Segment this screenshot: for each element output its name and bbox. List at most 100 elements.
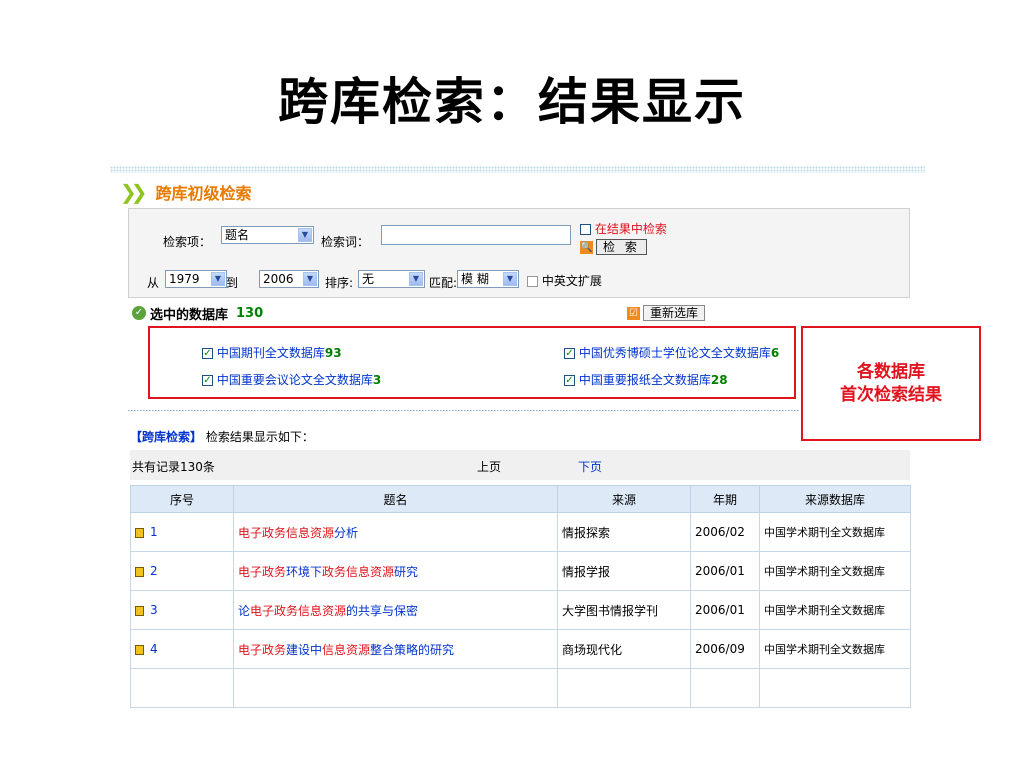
keyword-input[interactable] [381, 225, 571, 245]
selected-databases-label: 选中的数据库 [150, 307, 229, 323]
document-icon[interactable] [135, 644, 144, 655]
source-cell: 情报探索 [557, 512, 691, 552]
cn-en-expand-label: 中英文扩展 [541, 274, 602, 288]
reselect-databases[interactable]: ☑ 重新选库 [627, 304, 706, 322]
title-cell[interactable]: 论电子政务信息资源的共享与保密 [233, 590, 558, 630]
top-dotted-divider [110, 166, 925, 173]
database-item[interactable]: ✓ 中国重要报纸全文数据库28 [564, 371, 728, 388]
to-year-select[interactable]: 2006 ▼ [259, 270, 319, 288]
title-segment[interactable]: 分析 [334, 526, 358, 540]
table-row: 3 论电子政务信息资源的共享与保密 大学图书情报学刊 2006/01 中国学术期刊全文数… [130, 590, 911, 630]
database-item[interactable]: ✓ 中国期刊全文数据库93 [202, 344, 342, 361]
source-cell: 商场现代化 [557, 629, 691, 669]
annotation-callout: 各数据库 首次检索结果 [801, 326, 981, 441]
annotation-line-2: 首次检索结果 [840, 385, 942, 405]
next-page-link[interactable]: 下页 [578, 458, 602, 475]
annotation-line-1: 各数据库 [857, 362, 925, 382]
chevron-down-icon[interactable]: ▼ [409, 272, 423, 286]
result-heading: 【跨库检索】 检索结果显示如下： [130, 428, 314, 445]
chevron-down-icon[interactable]: ▼ [211, 272, 225, 286]
sort-select[interactable]: 无 ▼ [358, 270, 425, 288]
database-name[interactable]: 中国重要报纸全文数据库 [579, 373, 711, 387]
results-table: 序号 题名 来源 年期 来源数据库 1 电子政务信息资源分析 情报探索 2006/02… [130, 485, 911, 708]
table-row: 2 电子政务环境下政务信息资源研究 情报学报 2006/01 中国学术期刊全文数据库 [130, 551, 911, 591]
row-index-cell: 3 [130, 590, 234, 630]
row-index[interactable]: 2 [150, 564, 158, 578]
cn-en-expand-checkbox[interactable] [527, 276, 538, 287]
title-cell[interactable]: 电子政务信息资源分析 [233, 512, 558, 552]
column-header: 序号 [130, 485, 234, 513]
database-results-box: ✓ 中国期刊全文数据库93 ✓ 中国优秀博硕士学位论文全文数据库6 ✓ 中国重要… [148, 326, 796, 399]
chevron-down-icon[interactable]: ▼ [298, 228, 312, 242]
sort-label: 排序: [325, 276, 354, 290]
column-header: 题名 [233, 485, 558, 513]
database-item[interactable]: ✓ 中国重要会议论文全文数据库3 [202, 371, 381, 388]
document-icon[interactable] [135, 605, 144, 616]
cn-en-expand-option[interactable]: 中英文扩展 [527, 272, 602, 289]
title-segment[interactable]: 电子政务信息资源 [250, 604, 346, 618]
annotation-text: 各数据库 首次检索结果 [803, 361, 979, 407]
title-segment[interactable]: 的共享与保密 [346, 604, 418, 618]
database-checkbox[interactable]: ✓ [564, 375, 575, 386]
database-name[interactable]: 中国重要会议论文全文数据库 [217, 373, 373, 387]
database-checkbox[interactable]: ✓ [564, 348, 575, 359]
document-icon[interactable] [135, 566, 144, 577]
database-checkbox[interactable]: ✓ [202, 375, 213, 386]
from-year-select[interactable]: 1979 ▼ [165, 270, 227, 288]
row-index[interactable]: 3 [150, 603, 158, 617]
result-heading-tag: 【跨库检索】 [130, 430, 203, 444]
title-segment[interactable]: 电子政务 [238, 643, 286, 657]
document-icon[interactable] [135, 527, 144, 538]
title-segment[interactable]: 论 [238, 604, 250, 618]
to-label: 到 [226, 276, 239, 290]
search-button[interactable]: 检 索 [596, 239, 647, 255]
sort-value: 无 [362, 272, 375, 286]
checkbox-icon[interactable]: ☑ [627, 306, 640, 320]
source-db-cell: 中国学术期刊全文数据库 [759, 590, 911, 630]
match-label: 匹配: [429, 276, 458, 290]
column-header: 年期 [690, 485, 760, 513]
database-item[interactable]: ✓ 中国优秀博硕士学位论文全文数据库6 [564, 344, 779, 361]
search-button-group[interactable]: 🔍 检 索 [580, 239, 647, 255]
database-count: 28 [710, 373, 728, 387]
in-results-checkbox[interactable] [580, 224, 591, 235]
title-segment[interactable]: 电子政务信息资源 [238, 526, 334, 540]
source-cell: 情报学报 [557, 551, 691, 591]
title-segment[interactable]: 建设中 [286, 643, 322, 657]
title-cell[interactable]: 电子政务环境下政务信息资源研究 [233, 551, 558, 591]
title-cell[interactable]: 电子政务建设中信息资源整合策略的研究 [233, 629, 558, 669]
dotted-separator [128, 410, 800, 412]
row-index[interactable]: 4 [150, 642, 158, 656]
chevron-down-icon[interactable]: ▼ [503, 272, 517, 286]
double-chevron-icon: ❯❯ [120, 180, 147, 204]
from-label: 从 [147, 276, 160, 290]
issue-cell: 2006/01 [690, 551, 760, 591]
table-row: 4 电子政务建设中信息资源整合策略的研究 商场现代化 2006/09 中国学术期刊全文数… [130, 629, 911, 669]
row-index[interactable]: 1 [150, 525, 158, 539]
prev-page-link[interactable]: 上页 [477, 458, 501, 475]
total-records: 共有记录130条 [132, 460, 215, 474]
cutoff-cell [130, 668, 234, 708]
match-select[interactable]: 模 糊 ▼ [457, 270, 519, 288]
magnifier-icon[interactable]: 🔍 [580, 240, 593, 254]
cutoff-cell [690, 668, 760, 708]
result-heading-text: 检索结果显示如下： [205, 430, 314, 444]
database-name[interactable]: 中国优秀博硕士学位论文全文数据库 [579, 346, 771, 360]
source-cell: 大学图书情报学刊 [557, 590, 691, 630]
reselect-databases-button[interactable]: 重新选库 [643, 305, 706, 321]
field-select[interactable]: 题名 ▼ [221, 226, 314, 244]
title-segment[interactable]: 信息资源 [322, 643, 370, 657]
title-segment[interactable]: 政务信息资源 [322, 565, 394, 579]
title-segment[interactable]: 整合策略的研究 [370, 643, 454, 657]
title-segment[interactable]: 电子政务 [238, 565, 286, 579]
pagination-bar: 共有记录130条 上页 下页 [130, 450, 910, 480]
chevron-down-icon[interactable]: ▼ [303, 272, 317, 286]
selected-databases-summary: ✓ 选中的数据库 130 [132, 304, 263, 323]
title-segment[interactable]: 环境下 [286, 565, 322, 579]
row-index-cell: 4 [130, 629, 234, 669]
database-checkbox[interactable]: ✓ [202, 348, 213, 359]
title-segment[interactable]: 研究 [394, 565, 418, 579]
database-name[interactable]: 中国期刊全文数据库 [217, 346, 325, 360]
in-results-option[interactable]: 在结果中检索 [580, 220, 667, 237]
from-year-value: 1979 [169, 272, 200, 286]
